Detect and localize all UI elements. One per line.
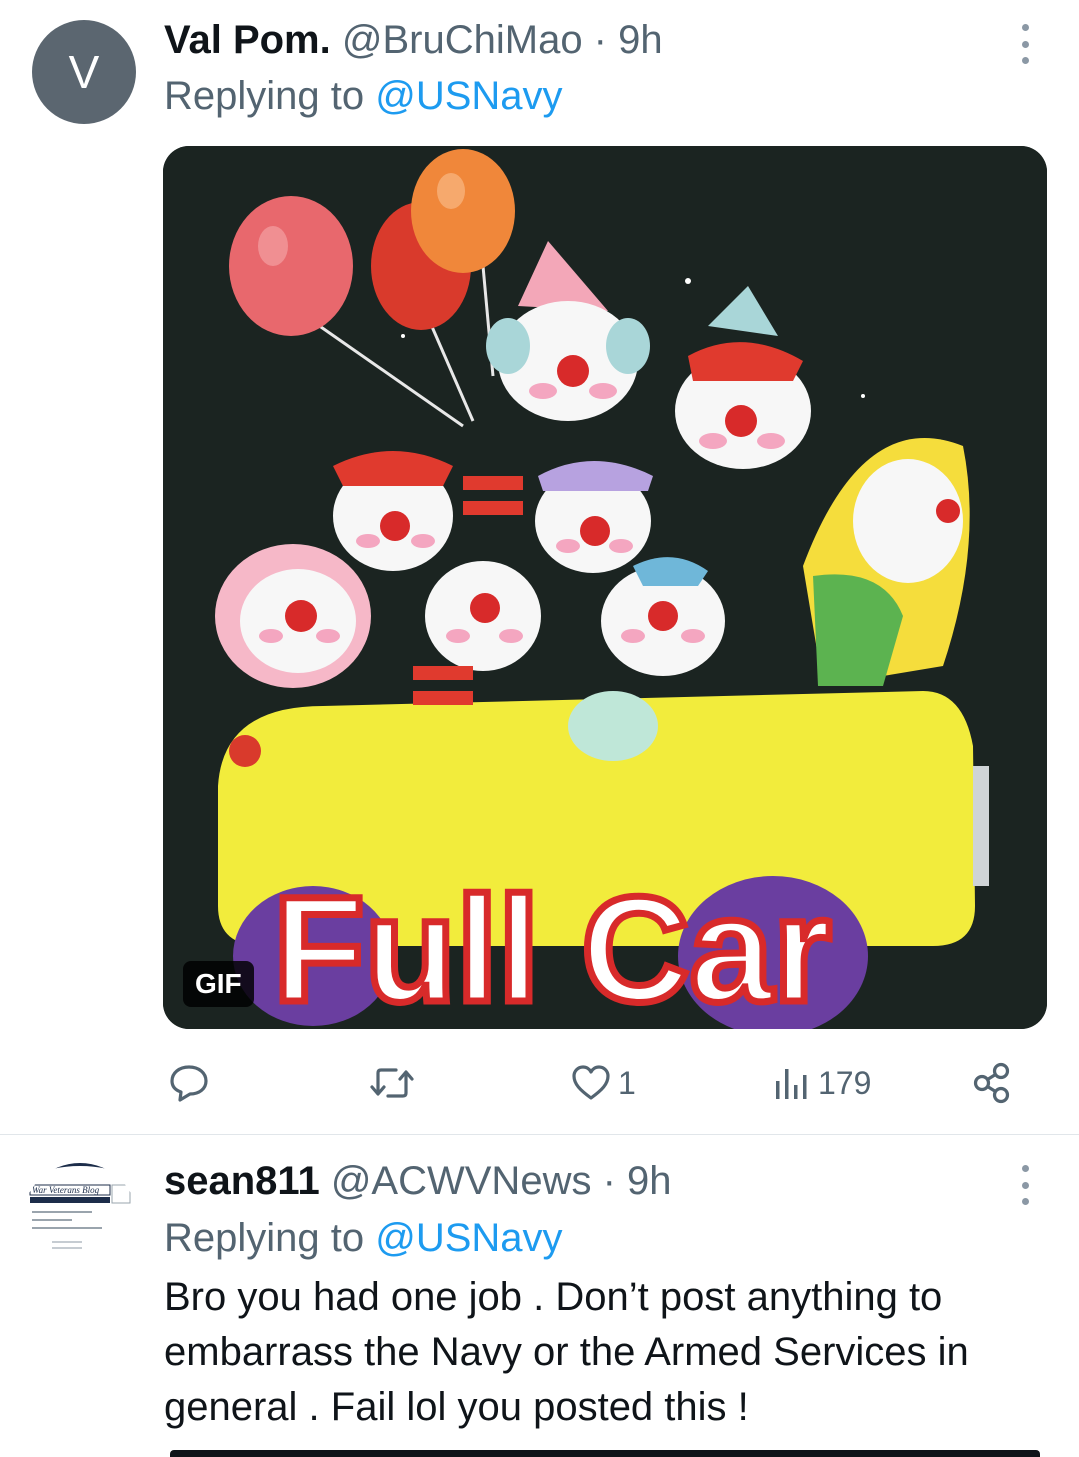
display-name[interactable]: sean811 <box>164 1159 320 1203</box>
user-handle[interactable]: @BruChiMao <box>342 18 583 62</box>
replying-prefix: Replying to <box>164 1216 376 1260</box>
svg-text:War Veterans Blog: War Veterans Blog <box>32 1185 100 1195</box>
tweet-actions: 1 179 <box>0 1060 1079 1106</box>
views-count: 179 <box>818 1064 872 1101</box>
tweet-val-pom[interactable]: V Val Pom. @BruChiMao · 9h Replying to @… <box>0 0 1079 1134</box>
display-name[interactable]: Val Pom. <box>164 18 331 62</box>
like-button[interactable]: 1 <box>570 1060 636 1106</box>
avatar-letter: V <box>68 46 100 98</box>
avatar[interactable]: War Veterans Blog <box>22 1163 138 1279</box>
next-media-edge <box>170 1450 1040 1457</box>
retweet-icon <box>370 1068 414 1098</box>
reply-button[interactable] <box>168 1060 216 1106</box>
more-vertical-icon[interactable] <box>1012 24 1038 64</box>
tweet-sean811[interactable]: War Veterans Blog sean811 @ACWVNews · 9h… <box>0 1135 1079 1457</box>
share-button[interactable] <box>972 1060 1014 1106</box>
replying-to: Replying to @USNavy <box>164 1218 563 1258</box>
mention-link[interactable]: @USNavy <box>375 1216 562 1260</box>
timestamp[interactable]: · 9h <box>583 18 663 62</box>
replying-prefix: Replying to <box>164 74 376 118</box>
share-icon <box>973 1062 1010 1104</box>
like-count: 1 <box>618 1064 636 1101</box>
tweet-text: Bro you had one job . Don’t post anythin… <box>164 1275 969 1429</box>
clown-car-gif-image: Full Car <box>163 146 1047 1029</box>
tweet-header: sean811 @ACWVNews · 9h <box>164 1161 672 1201</box>
timestamp[interactable]: · 9h <box>591 1159 672 1203</box>
reply-icon <box>170 1065 208 1102</box>
gif-badge: GIF <box>183 961 254 1007</box>
tweet-header: Val Pom. @BruChiMao · 9h <box>164 20 663 60</box>
blog-logo-icon: War Veterans Blog <box>22 1163 138 1279</box>
gif-caption: Full Car <box>273 865 831 1029</box>
views-chart-icon <box>776 1069 807 1099</box>
retweet-button[interactable] <box>368 1060 422 1106</box>
mention-link[interactable]: @USNavy <box>375 74 562 118</box>
more-vertical-icon[interactable] <box>1012 1165 1038 1205</box>
views-button[interactable]: 179 <box>772 1060 871 1106</box>
avatar[interactable]: V <box>32 20 136 124</box>
gif-media[interactable]: Full Car GIF <box>163 146 1047 1029</box>
replying-to: Replying to @USNavy <box>164 76 563 116</box>
heart-icon <box>572 1065 610 1100</box>
user-handle[interactable]: @ACWVNews <box>331 1159 592 1203</box>
